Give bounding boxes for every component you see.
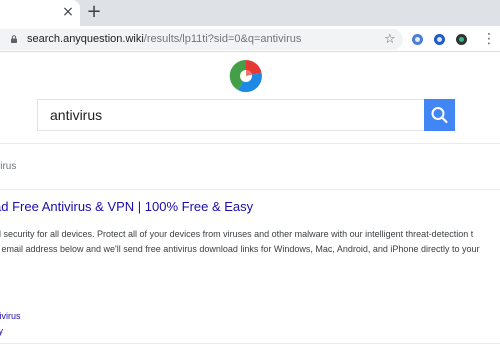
divider — [0, 343, 500, 344]
search-input[interactable] — [37, 99, 425, 131]
url-host: search.anyquestion.wiki — [27, 33, 144, 45]
result-sublink-security[interactable]: urity — [0, 326, 3, 337]
bookmark-star-icon[interactable]: ☆ — [384, 31, 396, 48]
result-sublink-antivirus[interactable]: Antivirus — [0, 311, 21, 322]
search-button[interactable] — [424, 99, 455, 131]
result-title-link[interactable]: ad Free Antivirus & VPN | 100% Free & Ea… — [0, 199, 253, 215]
close-tab-icon[interactable]: × — [60, 4, 76, 20]
menu-icon[interactable]: ⋮ — [482, 30, 496, 48]
address-bar[interactable]: search.anyquestion.wiki/results/lp11ti?s… — [0, 29, 403, 50]
search-bar — [37, 99, 455, 131]
result-snippet-line-2: r email address below and we'll send fre… — [0, 244, 480, 254]
lock-icon — [11, 35, 17, 43]
results-query-label: ivirus — [0, 161, 17, 172]
new-tab-icon[interactable]: + — [84, 2, 104, 22]
extension-globe-icon[interactable] — [412, 34, 423, 45]
url-text: search.anyquestion.wiki/results/lp11ti?s… — [27, 32, 301, 47]
url-path: /results/lp11ti?sid=0&q=antivirus — [143, 33, 302, 45]
tab-strip: × + — [0, 0, 500, 26]
site-logo-icon — [229, 59, 262, 93]
search-icon — [431, 107, 448, 124]
browser-toolbar: search.anyquestion.wiki/results/lp11ti?s… — [0, 26, 500, 52]
extension-search-icon[interactable] — [434, 34, 445, 45]
active-tab[interactable]: × — [0, 0, 80, 26]
results-filter-bar: ivirus — [0, 143, 500, 190]
result-snippet-line-1: d security for all devices. Protect all … — [0, 229, 474, 239]
extension-shield-icon[interactable] — [456, 34, 467, 45]
